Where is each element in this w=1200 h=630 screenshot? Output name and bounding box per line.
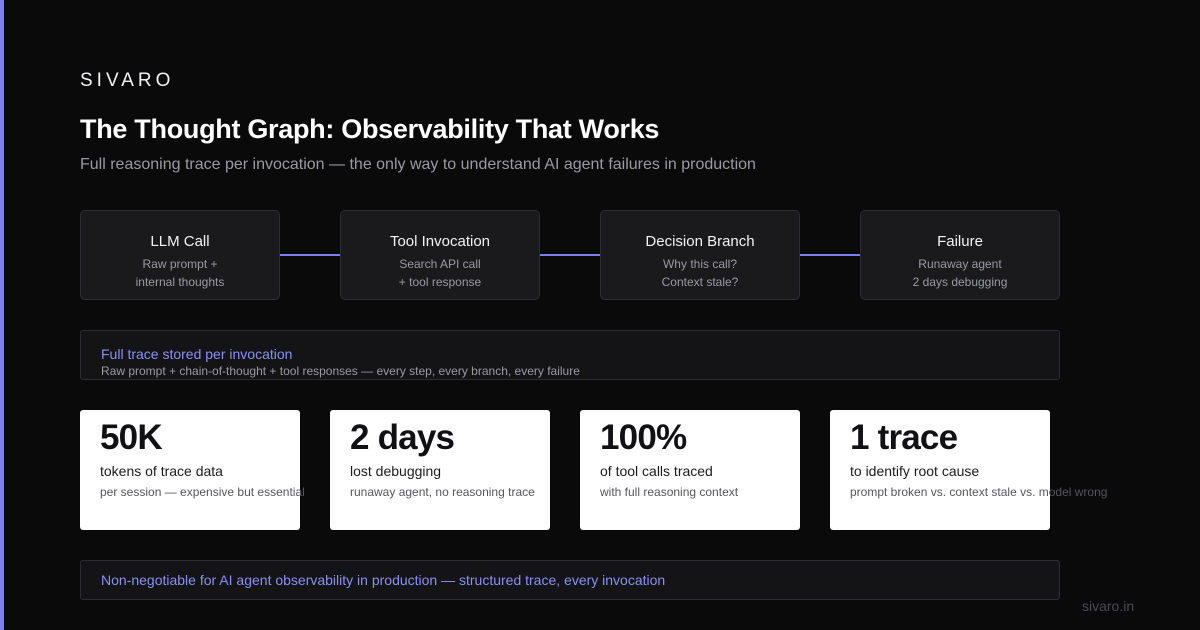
- flow-node-title: Decision Branch: [645, 233, 755, 250]
- site-url: sivaro.in: [1082, 598, 1135, 614]
- flow-node-desc: 2 days debugging: [912, 275, 1008, 289]
- page-title: The Thought Graph: Observability That Wo…: [80, 114, 660, 144]
- flow-node-desc: Raw prompt +: [142, 257, 218, 271]
- flow-node-title: Failure: [937, 233, 983, 250]
- stat-value: 100%: [600, 418, 687, 457]
- flow-node-desc: Context stale?: [661, 275, 739, 289]
- footer-panel: Non-negotiable for AI agent observabilit…: [80, 560, 1060, 600]
- flow-connector: [800, 254, 860, 256]
- flow-node-title: LLM Call: [150, 233, 210, 250]
- flow-node-decision-branch: Decision Branch Why this call? Context s…: [600, 210, 800, 300]
- stat-card-tokens: 50K tokens of trace data per session — e…: [80, 410, 305, 530]
- flow-node-title: Tool Invocation: [389, 233, 491, 250]
- stat-value: 1 trace: [850, 418, 958, 457]
- trace-panel-description: Raw prompt + chain-of-thought + tool res…: [101, 364, 580, 378]
- stat-label: tokens of trace data: [100, 463, 223, 479]
- stat-card-debugging: 2 days lost debugging runaway agent, no …: [330, 410, 550, 530]
- trace-panel: Full trace stored per invocation Raw pro…: [80, 330, 1060, 380]
- flow-node-tool-invocation: Tool Invocation Search API call + tool r…: [340, 210, 540, 300]
- stat-note: per session — expensive but essential: [100, 485, 305, 499]
- flow-node-desc: Search API call: [399, 257, 481, 271]
- footer-note: Non-negotiable for AI agent observabilit…: [101, 572, 666, 588]
- page-subtitle: Full reasoning trace per invocation — th…: [80, 156, 756, 173]
- stat-card-root-cause: 1 trace to identify root cause prompt br…: [830, 410, 1107, 530]
- flow-node-failure: Failure Runaway agent 2 days debugging: [860, 210, 1060, 300]
- stat-note: runaway agent, no reasoning trace: [350, 485, 535, 499]
- flow-connector: [280, 254, 340, 256]
- flow-node-llm-call: LLM Call Raw prompt + internal thoughts: [80, 210, 280, 300]
- brand-logo: SIVARO: [80, 70, 175, 91]
- stat-note: with full reasoning context: [600, 485, 739, 499]
- stat-value: 50K: [100, 418, 163, 457]
- stat-label: to identify root cause: [850, 463, 980, 479]
- stat-value: 2 days: [350, 418, 455, 457]
- stat-note: prompt broken vs. context stale vs. mode…: [850, 485, 1108, 499]
- stat-card-tool-calls: 100% of tool calls traced with full reas…: [580, 410, 800, 530]
- stat-label: of tool calls traced: [600, 463, 713, 479]
- flow-node-desc: Why this call?: [662, 257, 738, 271]
- flow-node-desc: Runaway agent: [918, 257, 1002, 271]
- flow-node-desc: internal thoughts: [135, 275, 225, 289]
- stat-label: lost debugging: [350, 463, 442, 479]
- trace-panel-title: Full trace stored per invocation: [101, 346, 293, 362]
- flow-node-desc: + tool response: [398, 275, 482, 289]
- flow-connector: [540, 254, 600, 256]
- left-accent-bar: [0, 0, 4, 630]
